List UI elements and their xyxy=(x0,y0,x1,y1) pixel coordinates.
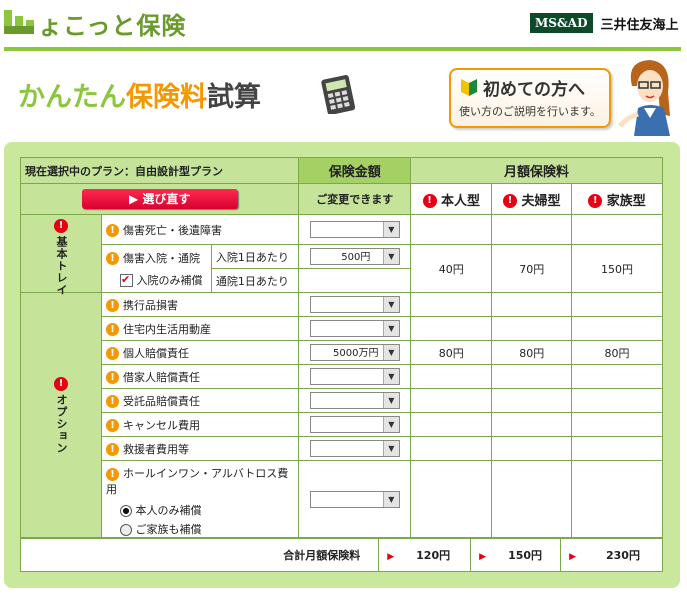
brand-name: 三井住友海上 xyxy=(600,17,679,33)
total-family: ▶ 230円 xyxy=(560,538,663,572)
total-table: 合計月額保険料 ▶ 120円 ▶ 150円 ▶ 230円 xyxy=(19,538,663,572)
logo-text: ょこっと保険 xyxy=(38,12,187,40)
triangle-icon: ▶ xyxy=(387,552,395,562)
alert-icon: ! xyxy=(422,194,437,208)
chevron-down-icon: ▼ xyxy=(382,369,399,384)
row-label: ! 傷害入院・通院 ✔ 入院のみ補償 xyxy=(101,244,212,293)
type-self: ! 本人型 xyxy=(410,183,493,215)
coverage-select[interactable]: ▼ xyxy=(309,440,400,457)
price-cell xyxy=(410,214,493,245)
logo-mark-icon xyxy=(4,10,34,34)
info-icon[interactable]: ! xyxy=(106,323,119,336)
info-icon[interactable]: ! xyxy=(106,371,119,384)
chevron-down-icon: ▼ xyxy=(382,222,399,237)
info-icon[interactable]: ! xyxy=(106,299,119,312)
beginner-guide-button[interactable]: 初めての方へ 使い方のご説明を行います。 xyxy=(449,68,611,128)
coverage-select[interactable]: ▼ xyxy=(309,221,400,238)
info-icon[interactable]: ! xyxy=(106,467,119,481)
price-cell: 80円 xyxy=(571,340,663,365)
title-part1: かんたん xyxy=(18,82,126,113)
alert-icon: ! xyxy=(54,219,68,233)
guide-title: 初めての方へ xyxy=(483,80,585,100)
brand: MS&AD 三井住友海上 xyxy=(530,12,679,34)
info-icon[interactable]: ! xyxy=(106,224,119,237)
coverage-select[interactable]: ▼ xyxy=(309,490,400,508)
price-cell xyxy=(491,214,573,245)
row-label: ! 住宅内生活用動産 xyxy=(100,316,300,341)
chevron-down-icon: ▼ xyxy=(382,491,399,507)
row-label: ! 受託品賠償責任 xyxy=(100,388,300,413)
guide-subtitle: 使い方のご説明を行います。 xyxy=(459,105,601,118)
alert-icon: ! xyxy=(54,376,68,391)
current-plan-label: 現在選択中のプラン：自由設計型プラン xyxy=(19,157,300,184)
price-cell: 150円 xyxy=(571,244,663,293)
coverage-select[interactable]: ▼ xyxy=(309,320,400,337)
type-family: ! 家族型 xyxy=(571,183,663,215)
coverage-select[interactable]: ▼ xyxy=(309,368,400,385)
sub-label: 通院1日あたり xyxy=(210,268,300,293)
premium-table: 現在選択中のプラン：自由設計型プラン 保険金額 月額保険料 ▶ 選び直す ご変更… xyxy=(19,157,663,538)
group-basic: ! 基本トレイ xyxy=(20,214,102,296)
chevron-down-icon: ▼ xyxy=(382,417,399,432)
guide-character-icon xyxy=(618,60,670,136)
type-couple: ! 夫婦型 xyxy=(491,183,573,215)
calculator-icon xyxy=(321,75,356,114)
triangle-icon: ▶ xyxy=(569,552,576,562)
chevron-down-icon: ▼ xyxy=(382,249,399,264)
row-label: ! 借家人賠償責任 xyxy=(100,364,300,389)
coverage-select[interactable]: 5000万円 ▼ xyxy=(309,344,400,361)
price-cell: 80円 xyxy=(491,340,573,365)
price-cell: 80円 xyxy=(410,340,493,365)
price-cell xyxy=(571,214,663,245)
info-icon[interactable]: ! xyxy=(106,443,119,456)
row-label: ! 携行品損害 xyxy=(100,292,300,317)
title-part2: 保険料 xyxy=(126,82,207,113)
sub-label: 入院1日あたり xyxy=(210,244,300,269)
total-couple: ▶ 150円 xyxy=(470,538,562,572)
brand-box: MS&AD xyxy=(530,13,593,33)
info-icon[interactable]: ! xyxy=(106,347,119,360)
total-self: ▶ 120円 xyxy=(378,538,472,572)
play-icon: ▶ xyxy=(129,192,143,206)
logo: ょこっと保険 xyxy=(4,4,204,40)
monthly-header: 月額保険料 xyxy=(410,157,663,184)
row-label: ! キャンセル費用 xyxy=(100,412,300,437)
alert-icon: ! xyxy=(588,194,603,208)
info-icon[interactable]: ! xyxy=(106,252,119,265)
alert-icon: ! xyxy=(502,194,517,208)
page-title: かんたん保険料試算 xyxy=(18,75,261,115)
coverage-select[interactable]: 500円 ▼ xyxy=(309,248,400,265)
reselect-button[interactable]: ▶ 選び直す xyxy=(81,189,238,209)
beginner-mark-icon xyxy=(461,79,477,96)
chevron-down-icon: ▼ xyxy=(382,297,399,312)
checkbox[interactable]: ✔ xyxy=(120,274,133,287)
chevron-down-icon: ▼ xyxy=(382,393,399,408)
coverage-header: 保険金額 xyxy=(298,157,412,184)
coverage-select[interactable]: ▼ xyxy=(309,416,400,433)
info-icon[interactable]: ! xyxy=(106,395,119,408)
radio-selected[interactable] xyxy=(120,505,132,517)
triangle-icon: ▶ xyxy=(479,552,487,562)
coverage-select[interactable]: ▼ xyxy=(309,392,400,409)
price-cell: 40円 xyxy=(410,244,493,293)
title-part3: 試算 xyxy=(207,82,261,113)
row-label: ! 傷害死亡・後遺障害 xyxy=(100,214,300,245)
coverage-sub: ご変更できます xyxy=(298,183,412,215)
header-divider xyxy=(4,47,681,51)
chevron-down-icon: ▼ xyxy=(382,441,399,456)
row-label: ! ホールインワン・アルバトロス費用 本人のみ補償 ご家族も補償 xyxy=(100,460,300,538)
row-label: ! 個人賠償責任 xyxy=(100,340,300,365)
group-option: ! オプション xyxy=(20,292,102,538)
chevron-down-icon: ▼ xyxy=(382,321,399,336)
total-label: 合計月額保険料 xyxy=(19,538,380,572)
price-cell: 70円 xyxy=(491,244,573,293)
chevron-down-icon: ▼ xyxy=(382,345,399,360)
radio-unselected[interactable] xyxy=(120,524,132,536)
coverage-select[interactable]: ▼ xyxy=(309,296,400,313)
row-label: ! 救援者費用等 xyxy=(100,436,300,461)
info-icon[interactable]: ! xyxy=(106,419,119,432)
